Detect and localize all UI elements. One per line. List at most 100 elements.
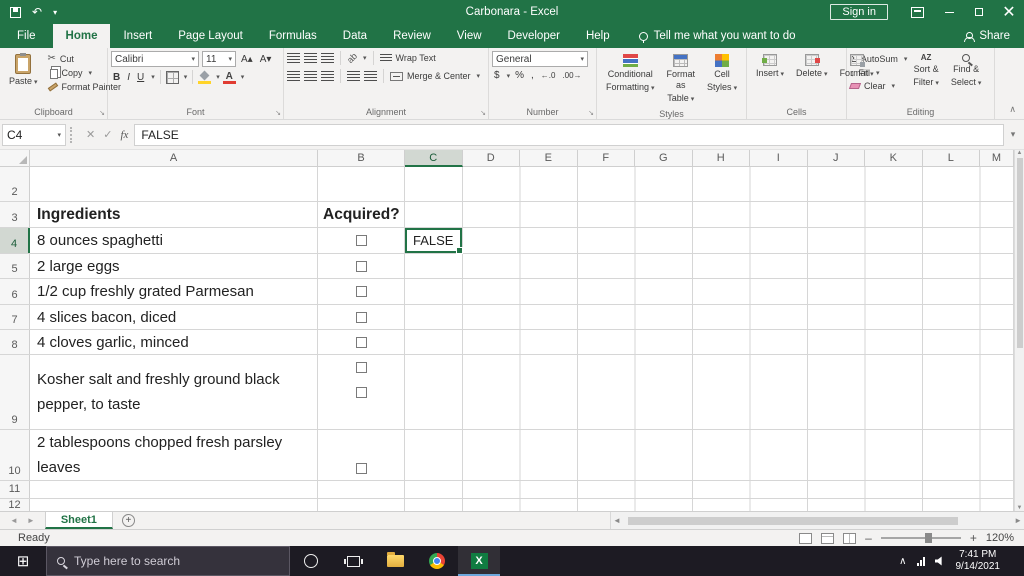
font-color-icon[interactable]: A <box>222 71 236 84</box>
cells-D4-M4[interactable] <box>462 228 1014 253</box>
zoom-slider[interactable] <box>880 533 961 543</box>
new-sheet-button[interactable]: + <box>121 514 135 527</box>
speaker-icon[interactable] <box>934 556 942 566</box>
cancel-icon[interactable]: ✕ <box>86 128 95 141</box>
close-button[interactable]: ✕ <box>994 0 1024 24</box>
column-header-B[interactable]: B <box>318 150 405 167</box>
delete-cells-button[interactable]: Delete ▾ <box>790 51 834 83</box>
column-header-A[interactable]: A <box>30 150 318 167</box>
cell-A4[interactable]: 8 ounces spaghetti <box>30 228 318 253</box>
cell-A11[interactable] <box>30 481 318 498</box>
zoom-slider-thumb[interactable] <box>924 533 932 543</box>
cell-B2[interactable] <box>318 167 405 201</box>
number-dialog-launcher[interactable]: ↘ <box>588 109 594 117</box>
cell-C12[interactable] <box>405 499 463 511</box>
cell-B5[interactable] <box>318 254 405 278</box>
chrome-button[interactable] <box>416 546 458 576</box>
expand-formula-bar-icon[interactable]: ▾ <box>1004 129 1022 140</box>
sheet-tab-sheet1[interactable]: Sheet1 <box>44 512 113 529</box>
cells-D2-M2[interactable] <box>462 167 1014 201</box>
font-size-select[interactable]: 11 ▾ <box>202 51 236 67</box>
search-input[interactable] <box>74 554 264 568</box>
cell-B8[interactable] <box>318 330 405 354</box>
cell-styles-button[interactable]: Cell Styles ▾ <box>701 51 743 97</box>
file-explorer-button[interactable] <box>374 546 416 576</box>
name-box-splitter[interactable] <box>70 126 76 143</box>
cell-A2[interactable] <box>30 167 318 201</box>
cell-B7[interactable] <box>318 305 405 329</box>
cell-C4-selected[interactable]: FALSE <box>405 228 463 254</box>
column-header-J[interactable]: J <box>807 150 865 167</box>
save-icon[interactable] <box>10 6 21 18</box>
increase-indent-icon[interactable] <box>364 71 377 81</box>
zoom-out-icon[interactable]: – <box>865 531 872 545</box>
task-view-button[interactable] <box>332 546 374 576</box>
zoom-level[interactable]: 120% <box>986 532 1014 544</box>
tab-data[interactable]: Data <box>330 24 380 48</box>
cell-C11[interactable] <box>405 481 463 498</box>
cells-D10-M10[interactable] <box>462 430 1014 480</box>
scroll-up-icon[interactable]: ▲ <box>1017 150 1023 156</box>
column-header-K[interactable]: K <box>865 150 923 167</box>
cell-C9[interactable] <box>405 355 463 429</box>
row-header-6[interactable]: 6 <box>0 279 30 304</box>
tab-developer[interactable]: Developer <box>495 24 573 48</box>
checkbox-pepper[interactable] <box>355 387 367 398</box>
row-header-12[interactable]: 12 <box>0 499 30 511</box>
normal-view-icon[interactable] <box>799 532 813 544</box>
align-top-icon[interactable] <box>287 53 300 63</box>
cells-D6-M6[interactable] <box>462 279 1014 304</box>
cell-A9[interactable]: Kosher salt and freshly ground black pep… <box>30 355 318 429</box>
cell-B9[interactable] <box>318 355 405 429</box>
cell-B3[interactable]: Acquired? <box>318 202 405 227</box>
checkbox-salt[interactable] <box>355 362 367 373</box>
column-header-M[interactable]: M <box>980 150 1014 167</box>
align-bottom-icon[interactable] <box>321 53 334 63</box>
wrap-text-button[interactable]: Wrap Text <box>379 53 436 63</box>
cell-B4[interactable] <box>318 228 405 253</box>
cells-D7-M7[interactable] <box>462 305 1014 329</box>
cell-B12[interactable] <box>318 499 405 511</box>
comma-button[interactable]: , <box>529 70 536 81</box>
borders-dropdown[interactable]: ▾ <box>184 73 188 81</box>
row-header-9[interactable]: 9 <box>0 355 30 429</box>
row-header-7[interactable]: 7 <box>0 305 30 329</box>
shrink-font-button[interactable]: A▾ <box>258 54 274 65</box>
tab-formulas[interactable]: Formulas <box>256 24 330 48</box>
cell-A5[interactable]: 2 large eggs <box>30 254 318 278</box>
cell-A7[interactable]: 4 slices bacon, diced <box>30 305 318 329</box>
select-all-corner[interactable] <box>0 150 30 167</box>
cell-C2[interactable] <box>405 167 463 201</box>
row-header-2[interactable]: 2 <box>0 167 30 201</box>
cell-C3[interactable] <box>405 202 463 227</box>
bold-button[interactable]: B <box>111 72 122 83</box>
column-header-I[interactable]: I <box>750 150 808 167</box>
borders-icon[interactable] <box>165 70 179 84</box>
italic-button[interactable]: I <box>125 72 132 83</box>
cell-A8[interactable]: 4 cloves garlic, minced <box>30 330 318 354</box>
tab-home[interactable]: Home <box>52 24 111 48</box>
currency-button[interactable]: $ <box>492 70 502 81</box>
collapse-ribbon-icon[interactable]: ∧ <box>1009 104 1016 115</box>
grow-font-button[interactable]: A▴ <box>239 54 255 65</box>
scroll-left-icon[interactable]: ◄ <box>613 516 621 525</box>
decrease-indent-icon[interactable] <box>347 71 360 81</box>
row-header-3[interactable]: 3 <box>0 202 30 227</box>
vertical-scrollbar-thumb[interactable] <box>1016 158 1023 348</box>
minimize-button[interactable] <box>934 0 964 24</box>
tell-me-box[interactable]: Tell me what you want to do <box>638 24 796 48</box>
number-format-select[interactable]: General ▾ <box>492 51 588 67</box>
font-color-dropdown[interactable]: ▾ <box>241 73 245 81</box>
align-right-icon[interactable] <box>321 71 334 81</box>
row-header-4[interactable]: 4 <box>0 228 30 253</box>
sign-in-button[interactable]: Sign in <box>830 4 888 20</box>
increase-decimal-button[interactable]: ←.0 <box>539 71 558 80</box>
paste-button[interactable]: Paste ▾ <box>3 51 44 91</box>
sort-filter-button[interactable]: AZ Sort & Filter ▾ <box>907 51 945 92</box>
font-dialog-launcher[interactable]: ↘ <box>275 109 281 117</box>
excel-taskbar-button[interactable]: X <box>458 546 500 576</box>
font-name-select[interactable]: Calibri ▾ <box>111 51 199 67</box>
insert-function-icon[interactable]: fx <box>120 129 128 141</box>
cell-A10[interactable]: 2 tablespoons chopped fresh parsley leav… <box>30 430 318 480</box>
cells-D3-M3[interactable] <box>462 202 1014 227</box>
